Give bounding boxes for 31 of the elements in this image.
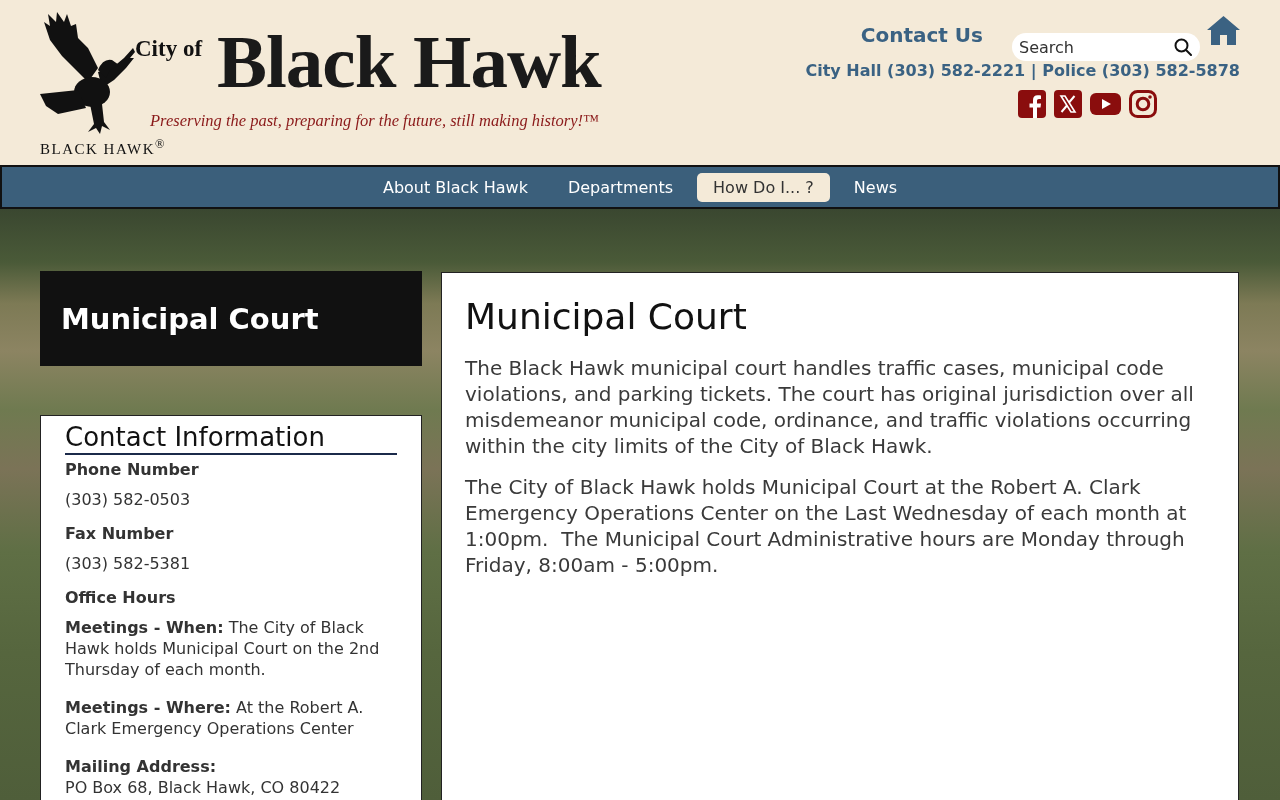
sidebar-heading: Municipal Court <box>40 271 422 366</box>
nav-item[interactable]: How Do I... ? <box>697 172 830 202</box>
contact-label: Phone Number <box>65 459 200 480</box>
logo-title: Black Hawk <box>217 28 601 96</box>
search-icon[interactable] <box>1174 38 1192 56</box>
phone-numbers-link[interactable]: City Hall (303) 582-2221 | Police (303) 582-5878 <box>805 61 1240 80</box>
contact-us-link[interactable]: Contact Us <box>860 23 983 47</box>
mailing-address: Mailing Address: PO Box 68, Black Hawk, CO 80422 <box>65 756 342 798</box>
contact-note: Meetings - Where: At the Robert A. Clark Emergency Operations Center <box>65 697 365 739</box>
body-paragraph: The City of Black Hawk holds Municipal Court at the Robert A. Clark Emergency Operations Center on the Last Wednesday of each month at 1:00pm. The Municipal Court Administrative hours are Monday through Friday, 8:00am - 5:00pm. <box>465 474 1188 578</box>
nav-item[interactable]: News <box>837 172 914 202</box>
page-title: Municipal Court <box>465 295 748 338</box>
contact-value: (303) 582-0503 <box>65 489 192 510</box>
nav-item[interactable]: About Black Hawk <box>366 172 544 202</box>
contact-heading: Contact Information <box>65 421 397 455</box>
logo-prefix: City of <box>135 38 204 60</box>
logo-tagline: Preserving the past, preparing for the future, still making history!™ <box>150 111 601 131</box>
home-icon[interactable] <box>1207 15 1240 45</box>
contact-value: (303) 582-5381 <box>65 553 192 574</box>
search-field[interactable]: Search <box>1012 33 1200 61</box>
logo-wordmark: BLACK HAWK$^{®}$ <box>40 136 168 158</box>
instagram-icon[interactable] <box>1129 90 1157 118</box>
x-logo-icon[interactable] <box>1054 90 1082 118</box>
facebook-icon[interactable] <box>1018 90 1046 118</box>
contact-label: Office Hours <box>65 587 177 608</box>
eagle-icon <box>40 10 135 134</box>
contact-note: Meetings - When: The City of Black Hawk holds Municipal Court on the 2nd Thursday of each month. <box>65 617 381 680</box>
youtube-icon[interactable] <box>1090 93 1121 115</box>
body-paragraph: The Black Hawk municipal court handles traffic cases, municipal code violations, and parking tickets. The court has original jurisdiction over all misdemeanor municipal code, ordinance, and traffic violations occurring within the city limits of the City of Black Hawk. <box>465 355 1195 459</box>
nav-item[interactable]: Departments <box>551 172 690 202</box>
contact-label: Fax Number <box>65 523 175 544</box>
